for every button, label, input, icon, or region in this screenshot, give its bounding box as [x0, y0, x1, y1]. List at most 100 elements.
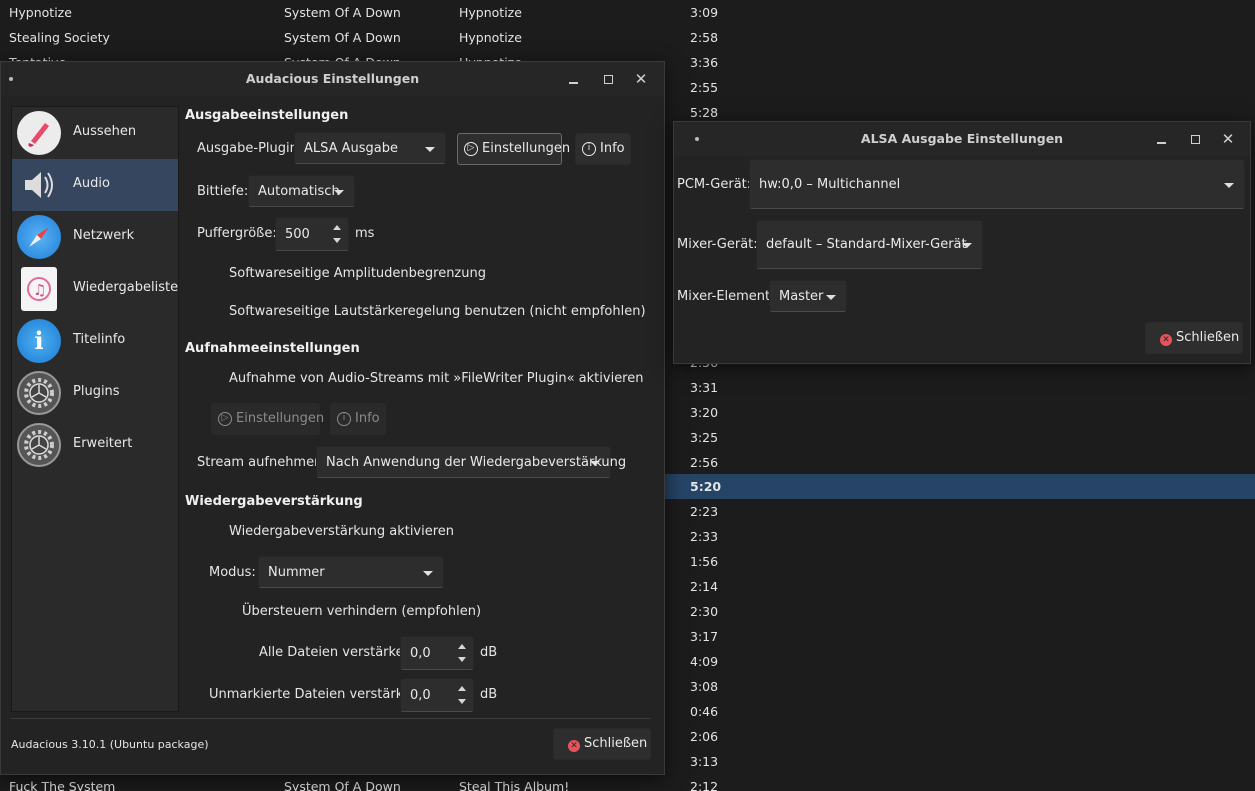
close-icon[interactable]: ✕: [630, 68, 652, 90]
speaker-icon: [17, 163, 61, 207]
bitdepth-value: Automatisch: [258, 184, 340, 199]
mode-combo[interactable]: Nummer: [258, 556, 444, 588]
titlebar[interactable]: Audacious Einstellungen ✕: [1, 62, 664, 96]
track-length: 2:12: [690, 779, 719, 791]
soft-volume-checkbox[interactable]: Softwareseitige Lautstärkeregelung benut…: [229, 304, 646, 319]
decrement-icon[interactable]: [458, 657, 466, 662]
mixer-device-combo[interactable]: default – Standard-Mixer-Gerät: [756, 220, 983, 269]
mixer-element-label: Mixer-Element:: [677, 289, 775, 304]
mixer-device-value: default – Standard-Mixer-Gerät: [766, 237, 967, 252]
sidebar-item-netzwerk[interactable]: Netzwerk: [12, 211, 178, 263]
paintbrush-icon: [17, 111, 61, 155]
buffer-size-spinner[interactable]: 500: [275, 217, 349, 251]
increment-icon[interactable]: [458, 686, 466, 691]
sidebar-item-erweitert[interactable]: Erweitert: [12, 419, 178, 471]
sidebar-item-aussehen[interactable]: Aussehen: [12, 107, 178, 159]
increment-icon[interactable]: [333, 225, 341, 230]
sidebar-item-label: Erweitert: [73, 436, 133, 451]
prevent-clip-checkbox[interactable]: Übersteuern verhindern (empfohlen): [242, 604, 481, 619]
track-length: 3:36: [690, 55, 719, 70]
buffer-label: Puffergröße:: [197, 226, 277, 241]
all-files-gain-value: 0,0: [410, 646, 431, 661]
untagged-gain-label: Unmarkierte Dateien verstärken:: [209, 687, 424, 702]
track-length: 2:56: [690, 455, 719, 470]
settings-icon: ▷: [464, 142, 478, 156]
gear-icon: [17, 423, 61, 467]
pcm-device-combo[interactable]: hw:0,0 – Multichannel: [749, 159, 1245, 209]
all-files-gain-spinner[interactable]: 0,0: [400, 636, 474, 670]
sidebar-item-label: Aussehen: [73, 124, 137, 139]
chevron-down-icon: [425, 147, 435, 152]
track-length: 4:09: [690, 654, 719, 669]
bitdepth-combo[interactable]: Automatisch: [248, 175, 355, 207]
untagged-gain-unit: dB: [480, 687, 498, 702]
increment-icon[interactable]: [458, 644, 466, 649]
track-length: 1:56: [690, 554, 719, 569]
stream-record-combo[interactable]: Nach Anwendung der Wiedergabeverstärkung: [316, 446, 626, 478]
output-settings-button[interactable]: ▷ Einstellungen: [457, 133, 570, 165]
minimize-button[interactable]: [1151, 128, 1173, 150]
replaygain-enable-checkbox[interactable]: Wiedergabeverstärkung aktivieren: [229, 524, 454, 539]
track-album: Steal This Album!: [459, 779, 570, 791]
track-length: 2:55: [690, 80, 719, 95]
output-plugin-combo[interactable]: ALSA Ausgabe: [294, 132, 446, 164]
track-length: 3:17: [690, 629, 719, 644]
button-label: Einstellungen: [482, 141, 571, 156]
record-enable-checkbox[interactable]: Aufnahme von Audio-Streams mit »FileWrit…: [229, 371, 643, 386]
sidebar-item-audio[interactable]: Audio: [12, 159, 178, 211]
sidebar-item-titelinfo[interactable]: i Titelinfo: [12, 315, 178, 367]
track-artist: System Of A Down: [284, 779, 401, 791]
music-note-icon: ♫: [21, 267, 57, 311]
track-length: 5:20: [690, 479, 722, 494]
mixer-device-label: Mixer-Gerät:: [677, 237, 758, 252]
playlist-row[interactable]: Fuck The System System Of A Down Steal T…: [0, 774, 1255, 791]
minimize-button[interactable]: [563, 68, 585, 90]
record-info-button[interactable]: i Info: [330, 403, 386, 435]
track-title: Stealing Society: [9, 30, 110, 45]
close-circle-icon: ✕: [568, 740, 580, 752]
mixer-element-combo[interactable]: Master: [769, 280, 847, 312]
all-files-gain-unit: dB: [480, 645, 498, 660]
soft-clip-checkbox[interactable]: Softwareseitige Amplitudenbegrenzung: [229, 266, 486, 281]
prefs-close-button[interactable]: ✕ Schließen: [553, 728, 651, 760]
untagged-gain-spinner[interactable]: 0,0: [400, 678, 474, 712]
decrement-icon[interactable]: [458, 699, 466, 704]
titlebar[interactable]: ALSA Ausgabe Einstellungen ✕: [674, 122, 1250, 156]
track-album: Hypnotize: [459, 30, 522, 45]
sidebar-item-label: Plugins: [73, 384, 120, 399]
pcm-device-label: PCM-Gerät:: [677, 177, 752, 192]
output-plugin-value: ALSA Ausgabe: [304, 141, 399, 156]
chevron-down-icon: [423, 571, 433, 576]
playlist-row[interactable]: Stealing Society System Of A Down Hypnot…: [0, 25, 1255, 50]
record-settings-button[interactable]: ▷ Einstellungen: [211, 403, 324, 435]
track-length: 2:14: [690, 579, 719, 594]
mode-label: Modus:: [209, 565, 256, 580]
decrement-icon[interactable]: [333, 238, 341, 243]
button-label: Schließen: [584, 736, 648, 751]
track-length: 2:23: [690, 504, 719, 519]
maximize-button[interactable]: [597, 68, 619, 90]
replaygain-heading: Wiedergabeverstärkung: [185, 494, 363, 509]
mixer-element-value: Master: [779, 289, 824, 304]
playlist-row[interactable]: Hypnotize System Of A Down Hypnotize 3:0…: [0, 0, 1255, 25]
track-length: 3:08: [690, 679, 719, 694]
svg-text:♫: ♫: [33, 281, 46, 299]
button-label: Schließen: [1176, 330, 1240, 345]
sidebar-item-plugins[interactable]: Plugins: [12, 367, 178, 419]
maximize-button[interactable]: [1184, 128, 1206, 150]
alsa-close-button[interactable]: ✕ Schließen: [1145, 322, 1243, 354]
close-circle-icon: ✕: [1160, 334, 1172, 346]
untagged-gain-value: 0,0: [410, 688, 431, 703]
chevron-down-icon: [1224, 183, 1234, 188]
buffer-unit: ms: [355, 226, 375, 241]
track-length: 0:46: [690, 704, 719, 719]
output-info-button[interactable]: i Info: [575, 133, 631, 165]
close-icon[interactable]: ✕: [1217, 128, 1239, 150]
chevron-down-icon: [334, 190, 344, 195]
info-icon: i: [337, 412, 351, 426]
sidebar-item-wiedergabeliste[interactable]: ♫ Wiedergabeliste: [12, 263, 178, 315]
track-title: Fuck The System: [9, 779, 116, 791]
sidebar-item-label: Audio: [73, 176, 110, 191]
chevron-down-icon: [962, 243, 972, 248]
version-label: Audacious 3.10.1 (Ubuntu package): [11, 738, 209, 751]
